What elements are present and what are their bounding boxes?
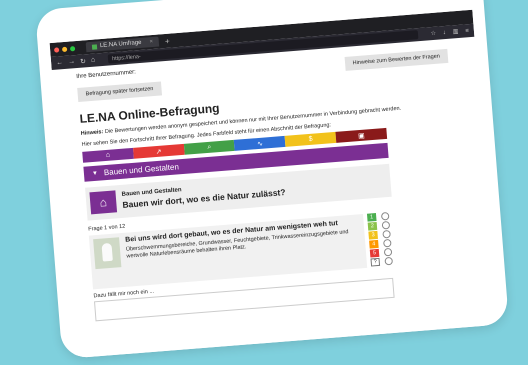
download-icon[interactable]: ↓	[443, 30, 446, 36]
rating-option-label: 5	[369, 248, 380, 258]
menu-icon[interactable]: ≡	[465, 28, 469, 34]
rating-option-label: 4	[369, 239, 379, 249]
rating-option-label: ?	[370, 257, 381, 267]
rating-option[interactable]: ?	[370, 256, 397, 267]
rating-radio[interactable]	[384, 256, 394, 266]
minimize-window-button[interactable]	[61, 46, 68, 52]
browser-window: LE.NA Umfrage × + ← → ↻ ⌂ https://lena- …	[49, 9, 498, 360]
reload-icon[interactable]: ↻	[80, 57, 86, 65]
rating-hints-button[interactable]: Hinweise zum Bewerten der Fragen	[344, 48, 449, 71]
expand-triangle-icon: ▼	[91, 170, 99, 177]
rating-radio[interactable]	[380, 211, 390, 221]
rating-radio[interactable]	[381, 220, 391, 230]
bookmark-icon[interactable]: ☆	[430, 31, 436, 37]
url-text: https://lena-	[111, 53, 142, 62]
forward-icon[interactable]: →	[68, 58, 76, 66]
new-tab-icon[interactable]: +	[165, 36, 170, 45]
rating-radio[interactable]	[383, 247, 393, 257]
privacy-note-label: Hinweis:	[80, 129, 104, 137]
tab-title: LE.NA Umfrage	[99, 39, 142, 50]
money-icon: $	[284, 131, 337, 147]
close-window-button[interactable]	[53, 46, 60, 53]
rating-radio[interactable]	[382, 229, 391, 239]
search-icon: ⌕	[183, 139, 236, 155]
rating-option-label: 1	[366, 212, 377, 222]
book-icon: ▣	[335, 127, 388, 143]
rating-radio[interactable]	[383, 238, 392, 248]
device-frame: LE.NA Umfrage × + ← → ↻ ⌂ https://lena- …	[34, 0, 510, 360]
rating-scale: 1 2 3 4 5?	[366, 211, 397, 268]
resume-later-button[interactable]: Befragung später fortsetzen	[77, 81, 162, 102]
survey-page: Ihre Benutzernummer: Befragung später fo…	[52, 37, 495, 323]
stork-image	[93, 237, 122, 270]
home-icon[interactable]: ⌂	[91, 57, 96, 64]
section-title: Bauen und Gestalten	[103, 162, 180, 178]
back-icon[interactable]: ←	[56, 59, 64, 67]
close-tab-icon[interactable]: ×	[149, 39, 153, 45]
user-block: Ihre Benutzernummer: Befragung später fo…	[76, 68, 162, 102]
maximize-window-button[interactable]	[69, 45, 76, 51]
chart-icon: ∿	[234, 135, 286, 151]
tab-favicon-icon	[91, 43, 98, 50]
browser-toolbar: ☆ ↓ ▥ ≡	[425, 27, 469, 37]
rating-option-label: 3	[368, 230, 378, 240]
house-icon: ⌂	[89, 190, 118, 215]
house-icon: ⌂	[82, 147, 134, 163]
username-label: Ihre Benutzernummer:	[76, 69, 137, 81]
rating-option-label: 2	[367, 221, 378, 231]
road-icon: ↗	[132, 143, 185, 159]
library-icon[interactable]: ▥	[453, 29, 459, 35]
